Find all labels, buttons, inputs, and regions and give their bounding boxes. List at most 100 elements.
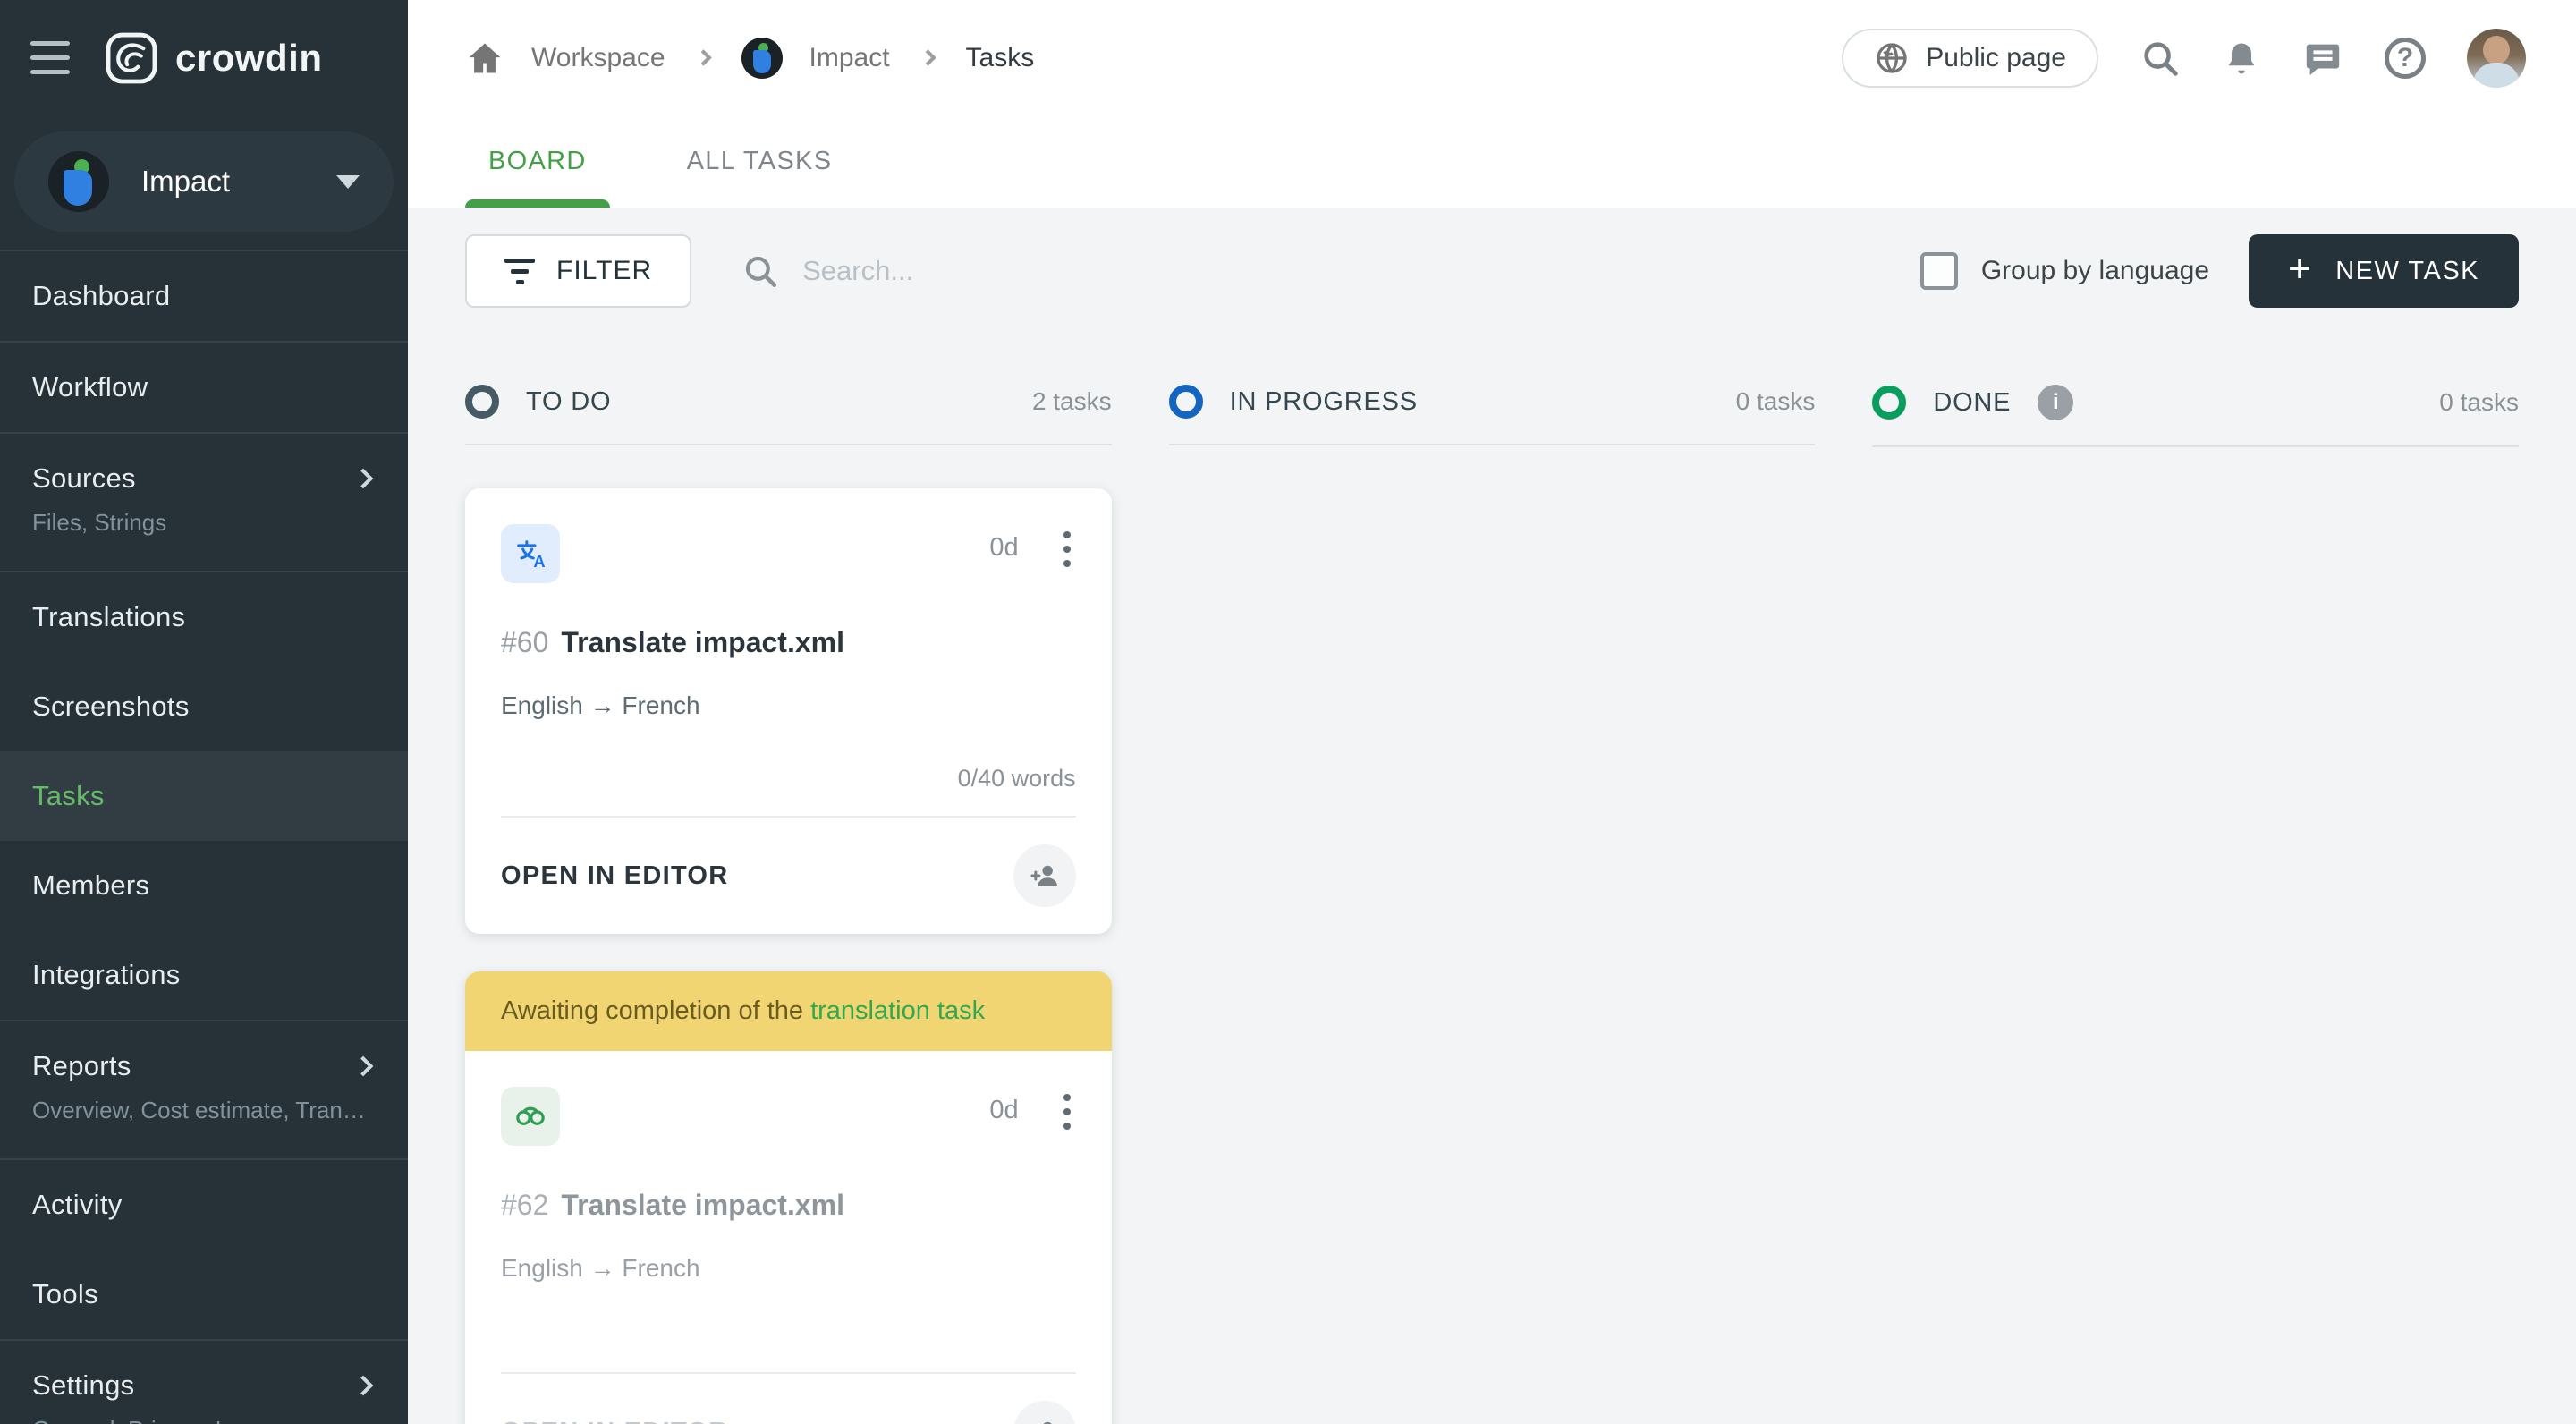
top-bar: Workspace Impact Tasks Public page ? [408, 0, 2576, 115]
sidebar-item-workflow[interactable]: Workflow [0, 341, 408, 432]
column-done-header: DONE i 0 tasks [1872, 385, 2519, 447]
add-person-icon [1030, 865, 1057, 886]
column-todo-count: 2 tasks [1031, 387, 1112, 415]
task-card-60[interactable]: A 0d #60 Translate impact.xml English → F… [465, 488, 1112, 934]
messages-button[interactable] [2302, 38, 2343, 79]
sidebar-nav: Dashboard Workflow Sources Files, String… [0, 250, 408, 1424]
column-done-count: 0 tasks [2439, 388, 2519, 416]
breadcrumb-project[interactable]: Impact [809, 43, 890, 73]
task-languages: English → French [501, 691, 700, 719]
sidebar-item-activity[interactable]: Activity [0, 1158, 408, 1250]
search-input[interactable] [802, 255, 1429, 287]
chat-icon [2306, 44, 2340, 75]
crowdin-logo-text: crowdin [175, 36, 323, 79]
group-by-language-checkbox[interactable] [1919, 252, 1958, 290]
task-id: #60 [501, 626, 549, 658]
crowdin-logo-icon [106, 32, 157, 83]
tab-board[interactable]: BOARD [465, 115, 610, 208]
group-by-language-toggle[interactable]: Group by language [1919, 252, 2210, 290]
sidebar-item-dashboard[interactable]: Dashboard [0, 251, 408, 341]
group-by-language-label: Group by language [1980, 256, 2210, 285]
search-box [741, 252, 1920, 290]
search-button[interactable] [2140, 38, 2181, 79]
task-card-62[interactable]: Awaiting completion of the translation t… [465, 971, 1112, 1424]
svg-text:A: A [533, 552, 545, 571]
done-status-icon [1872, 386, 1907, 420]
assign-user-button[interactable] [1013, 1401, 1076, 1424]
task-title[interactable]: Translate impact.xml [561, 626, 844, 658]
breadcrumb-project-icon [741, 37, 783, 79]
sidebar-item-screenshots[interactable]: Screenshots [0, 662, 408, 751]
chevron-right-icon [919, 49, 936, 66]
tab-all-tasks[interactable]: ALL TASKS [664, 115, 856, 208]
column-todo-title: TO DO [526, 386, 612, 416]
crowdin-logo[interactable]: crowdin [106, 32, 323, 84]
column-todo: TO DO 2 tasks A 0d #60 Translate impact.… [465, 385, 1112, 1424]
due-badge: 0d [989, 533, 1019, 562]
home-icon[interactable] [465, 38, 504, 78]
task-title[interactable]: Translate impact.xml [561, 1189, 844, 1221]
top-actions: Public page ? [1842, 28, 2526, 88]
public-page-label: Public page [1926, 42, 2066, 72]
kanban-board: TO DO 2 tasks A 0d #60 Translate impact.… [465, 385, 2519, 1424]
project-selector[interactable]: Impact [14, 131, 394, 232]
sidebar-item-tasks[interactable]: Tasks [0, 751, 408, 841]
sidebar-item-sources-subtitle: Files, Strings [32, 509, 167, 536]
open-in-editor-button[interactable]: OPEN IN EDITOR [501, 861, 729, 891]
sidebar-item-members[interactable]: Members [0, 841, 408, 930]
sidebar-item-tools[interactable]: Tools [0, 1250, 408, 1339]
sidebar-header: crowdin [0, 0, 408, 115]
globe-icon [1877, 42, 1907, 73]
assign-user-button[interactable] [1013, 844, 1076, 907]
awaiting-banner: Awaiting completion of the translation t… [465, 971, 1112, 1051]
sidebar-item-sources[interactable]: Sources Files, Strings [0, 432, 408, 571]
main-area: Workspace Impact Tasks Public page ? BOA… [408, 0, 2576, 1424]
column-todo-header: TO DO 2 tasks [465, 385, 1112, 445]
search-icon [2144, 41, 2178, 76]
public-page-button[interactable]: Public page [1842, 28, 2098, 88]
board-content: FILTER Group by language + NEW TASK [408, 208, 2576, 1424]
sidebar-item-translations[interactable]: Translations [0, 571, 408, 662]
todo-status-icon [465, 385, 499, 419]
translation-task-link[interactable]: translation task [810, 996, 985, 1025]
search-icon [746, 256, 777, 288]
sidebar-item-integrations[interactable]: Integrations [0, 930, 408, 1020]
sidebar-item-reports[interactable]: Reports Overview, Cost estimate, Transl… [0, 1020, 408, 1158]
breadcrumb-workspace[interactable]: Workspace [531, 43, 665, 73]
column-in-progress: IN PROGRESS 0 tasks [1168, 385, 1816, 1424]
sidebar-item-reports-subtitle: Overview, Cost estimate, Transl… [32, 1097, 376, 1123]
info-icon[interactable]: i [2038, 385, 2074, 420]
help-button[interactable]: ? [2385, 37, 2426, 79]
card-menu-icon[interactable] [1058, 1087, 1076, 1137]
column-done: DONE i 0 tasks [1872, 385, 2519, 1424]
notifications-button[interactable] [2222, 38, 2261, 79]
bell-icon [2228, 43, 2255, 73]
task-languages: English → French [501, 1254, 700, 1282]
help-icon: ? [2385, 37, 2426, 79]
breadcrumb: Workspace Impact Tasks [465, 37, 1035, 79]
task-word-count: 0/40 words [957, 765, 1076, 792]
card-menu-icon[interactable] [1058, 524, 1076, 574]
column-todo-cards: A 0d #60 Translate impact.xml English → F… [465, 488, 1112, 1424]
column-in-progress-header: IN PROGRESS 0 tasks [1168, 385, 1816, 445]
new-task-label: NEW TASK [2335, 256, 2479, 285]
sidebar: crowdin Impact Dashboard Workflow Source… [0, 0, 408, 1424]
filter-icon [504, 258, 535, 284]
board-toolbar: FILTER Group by language + NEW TASK [465, 234, 2519, 308]
add-person-icon [1043, 1421, 1052, 1424]
menu-icon[interactable] [30, 41, 70, 74]
sidebar-item-settings[interactable]: Settings General, Privacy, Languages, Q… [0, 1339, 408, 1424]
filter-button[interactable]: FILTER [465, 234, 692, 308]
project-avatar [48, 151, 109, 212]
translate-task-icon: A [501, 524, 560, 583]
new-task-button[interactable]: + NEW TASK [2249, 234, 2519, 308]
column-in-progress-title: IN PROGRESS [1229, 386, 1418, 416]
open-in-editor-button-disabled[interactable]: OPEN IN EDITOR [501, 1418, 729, 1424]
user-avatar[interactable] [2467, 28, 2526, 88]
due-badge: 0d [989, 1096, 1019, 1124]
breadcrumb-current-tasks: Tasks [965, 42, 1035, 72]
in-progress-status-icon [1168, 385, 1203, 419]
chevron-down-icon [336, 174, 360, 189]
project-name: Impact [141, 165, 231, 198]
column-done-title: DONE [1933, 387, 2012, 417]
